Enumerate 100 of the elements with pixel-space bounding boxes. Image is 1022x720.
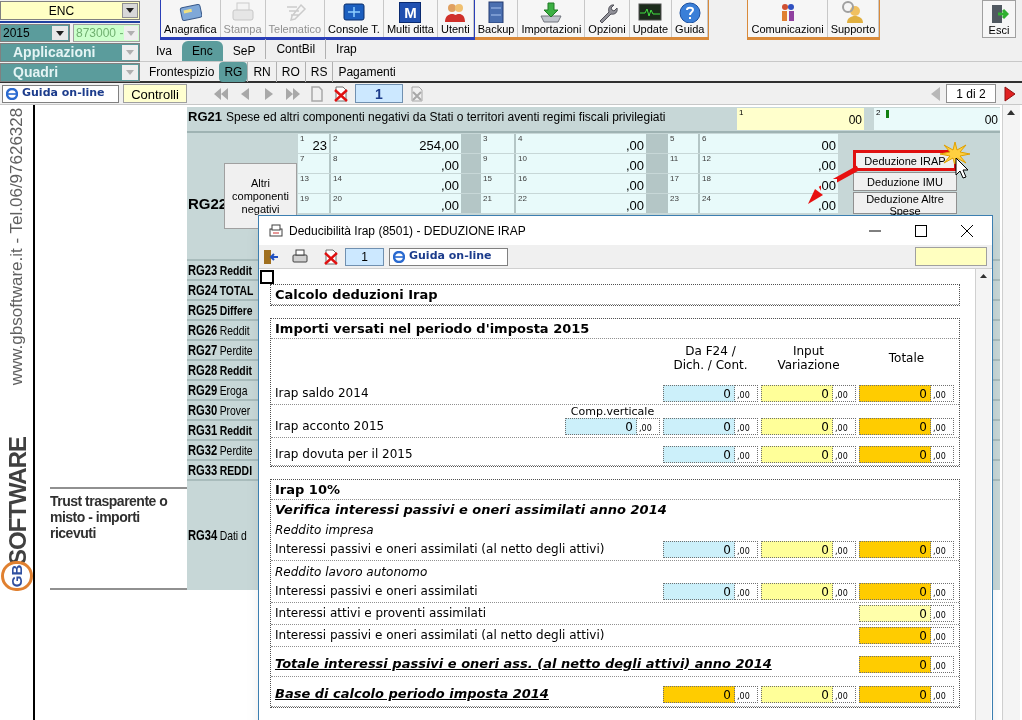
app-tab[interactable]: Irap	[325, 39, 367, 59]
amount-field[interactable]: 21	[481, 194, 514, 213]
amount-field[interactable]: 15	[481, 174, 514, 193]
section-tab[interactable]: RG	[219, 62, 248, 82]
scrollbar[interactable]	[975, 269, 991, 720]
toolbar-button[interactable]: Utenti	[437, 0, 474, 37]
amount-field[interactable]: 11	[668, 154, 698, 173]
close-icon[interactable]	[961, 224, 973, 237]
page-number-field[interactable]: 1	[345, 247, 384, 266]
amount-field[interactable]: 0	[663, 385, 735, 402]
deduction-button[interactable]: Deduzione IMU	[853, 172, 957, 191]
toolbar-button[interactable]: Importazioni	[518, 0, 586, 37]
section-tab[interactable]: RN	[247, 62, 276, 82]
app-tab[interactable]: Enc	[182, 41, 223, 61]
next-page-icon[interactable]	[1004, 85, 1016, 102]
toolbar-button[interactable]: Guida	[672, 0, 709, 37]
company-dropdown[interactable]: ENC	[0, 1, 140, 20]
first-page-icon[interactable]	[213, 85, 229, 102]
amount-field[interactable]: 0	[663, 446, 735, 463]
amount-field[interactable]: 0	[761, 686, 833, 703]
toolbar-button[interactable]: Anagrafica	[161, 0, 221, 37]
amount-field[interactable]: 8 ,00	[331, 154, 461, 173]
amount-field[interactable]: 3	[481, 134, 514, 153]
year-dropdown[interactable]: 2015	[0, 24, 70, 42]
amount-field[interactable]: 0	[859, 446, 931, 463]
amount-field[interactable]: 0	[859, 583, 931, 600]
section-tab[interactable]: Frontespizio	[144, 62, 220, 82]
amount-field[interactable]: 7	[298, 154, 329, 173]
toolbar-button[interactable]: Backup	[474, 0, 519, 37]
amount-field[interactable]: 10 ,00	[516, 154, 646, 173]
amount-field[interactable]: 17	[668, 174, 698, 193]
amount-field[interactable]: 23	[668, 194, 698, 213]
amount-field[interactable]: 20 ,00	[331, 194, 461, 213]
printer-icon[interactable]	[291, 248, 309, 265]
amount-field[interactable]: 0	[859, 605, 931, 622]
amount-field[interactable]: 12 ,00	[700, 154, 838, 173]
toolbar-button[interactable]: Console T.	[325, 0, 384, 37]
last-page-icon[interactable]	[285, 85, 301, 102]
delete-page-icon[interactable]	[323, 248, 339, 265]
amount-field[interactable]: 13	[298, 174, 329, 193]
checks-button[interactable]: Controlli	[123, 84, 187, 103]
exit-icon[interactable]	[263, 248, 279, 265]
section-tab[interactable]: RO	[275, 62, 305, 82]
app-tab[interactable]: ContBil	[265, 39, 326, 59]
maximize-icon[interactable]	[915, 224, 927, 237]
amount-field[interactable]: 0	[761, 446, 833, 463]
amount-field[interactable]: 0	[859, 385, 931, 402]
section-tab[interactable]: RS	[304, 62, 333, 82]
decimal-suffix: ,00	[833, 385, 856, 402]
toolbar-button[interactable]: Comunicazioni	[748, 0, 828, 37]
app-tab[interactable]: SeP	[222, 41, 266, 61]
input-field[interactable]	[915, 247, 987, 266]
amount-field[interactable]: 16 ,00	[516, 174, 646, 193]
section-tab[interactable]: Pagamenti	[332, 62, 401, 82]
help-online-button[interactable]: Guida on-line	[389, 247, 508, 266]
amount-field[interactable]: 0	[859, 541, 931, 558]
amount-field[interactable]: 0	[859, 627, 931, 644]
delete-page-icon[interactable]	[333, 85, 349, 102]
amount-field[interactable]: 0	[859, 656, 931, 673]
toolbar-button[interactable]: Update	[629, 0, 673, 37]
scrollbar[interactable]	[1002, 105, 1020, 720]
amount-field[interactable]: 2 254,00	[331, 134, 461, 153]
amount-field[interactable]: 0	[859, 418, 931, 435]
amount-field[interactable]: 0	[663, 541, 735, 558]
amount-field[interactable]: 9	[481, 154, 514, 173]
amount-field[interactable]: 18 00	[700, 174, 838, 193]
amount-field[interactable]: 0	[859, 686, 931, 703]
amount-field[interactable]: 6 00	[700, 134, 838, 153]
help-online-button[interactable]: Guida on-line	[2, 84, 119, 103]
row-label: Reddit	[219, 361, 252, 380]
amount-field[interactable]: 14 ,00	[331, 174, 461, 193]
amount-field[interactable]: 0	[761, 385, 833, 402]
caret-icon	[56, 30, 64, 36]
toolbar-button[interactable]: Supporto	[827, 0, 880, 37]
amount-field[interactable]: 0	[663, 583, 735, 600]
amount-field[interactable]: 4 ,00	[516, 134, 646, 153]
clear-page-icon[interactable]	[409, 85, 425, 102]
amount-field[interactable]: 19	[298, 194, 329, 213]
page-number-field[interactable]: 1	[355, 84, 403, 103]
amount-field[interactable]: 1 00	[737, 108, 864, 130]
amount-field[interactable]: 0	[663, 686, 735, 703]
exit-button[interactable]: Esci	[982, 0, 1016, 38]
amount-field[interactable]: 1 23	[298, 134, 329, 153]
row-code: RG33	[188, 460, 218, 480]
subsection-title: Verifica interessi passivi e oneri assimilati anno 2014	[274, 501, 668, 519]
amount-field[interactable]: 0	[761, 418, 833, 435]
amount-field[interactable]: 0	[761, 541, 833, 558]
toolbar-button[interactable]: Opzioni	[585, 0, 630, 37]
amount-field[interactable]: 0	[663, 418, 735, 435]
amount-field[interactable]: 22 ,00	[516, 194, 646, 213]
toolbar-button[interactable]: M Multi ditta	[383, 0, 438, 37]
amount-field[interactable]: 5	[668, 134, 698, 153]
app-tab[interactable]: Iva	[146, 41, 182, 61]
amount-field[interactable]: 24 ,00	[700, 194, 838, 213]
amount-field[interactable]: 0	[565, 418, 637, 435]
amount-field[interactable]: 0	[761, 583, 833, 600]
decimal-suffix: ,00	[833, 583, 856, 600]
amount-field[interactable]: 2 00	[874, 108, 1000, 130]
page-count-field: 1 di 2	[946, 84, 996, 103]
deduction-button[interactable]: Deduzione Altre Spese	[853, 192, 957, 214]
